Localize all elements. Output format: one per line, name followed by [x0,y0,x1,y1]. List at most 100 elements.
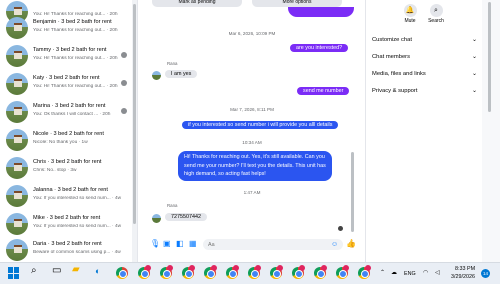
conversation-item[interactable]: Katy · 3 bed 2 bath for rent You: Hi! Th… [0,70,132,100]
messenger-window: You: Hi! Thanks for reaching out... · 20… [0,0,500,284]
thumbs-up-icon[interactable]: 👍 [346,240,356,248]
conversation-name: Nicole · 3 bed 2 bath for rent [33,131,104,137]
notification-count-badge[interactable]: 14 [481,269,490,278]
sender-avatar [152,214,161,223]
conversation-name: Jalanna · 3 bed 2 bath for rent [33,187,108,193]
chat-members-section[interactable]: Chat members ⌄ [366,51,483,65]
chrome-icon[interactable] [116,267,128,279]
conversation-name: Chris · 3 bed 2 bath for rent [33,159,102,165]
conversation-preview: You: If you interested so send num... · … [33,224,122,229]
search-action[interactable]: ⌕ Search [421,4,451,24]
chrome-icon[interactable] [358,265,371,279]
avatar [6,213,28,235]
language-indicator[interactable]: ENG [404,271,416,277]
notification-badge [321,265,327,271]
chrome-icon[interactable] [204,265,217,279]
media-files-links-section[interactable]: Media, files and links ⌄ [366,68,483,82]
message-composer: 🎙 ▣ ◧ ▦ ☺ 👍 [137,234,365,254]
read-receipt-avatar [121,80,127,86]
chat-scroll-thumb[interactable] [351,152,354,232]
conversation-name: Katy · 3 bed 2 bath for rent [33,75,100,81]
wifi-icon[interactable]: ◠ [423,270,428,276]
outgoing-message: are you interested? [290,44,349,52]
section-label: Customize chat [372,37,412,43]
notification-badge [299,265,305,271]
privacy-support-section[interactable]: Privacy & support ⌄ [366,85,483,99]
image-icon[interactable]: ▣ [163,240,171,248]
read-receipt-avatar [121,52,127,58]
edge-icon[interactable]: ◐ [95,267,100,276]
avatar [6,45,28,67]
chrome-icon[interactable] [314,265,327,279]
avatar [6,157,28,179]
avatar [6,239,28,261]
folder-icon[interactable]: ▰ [72,265,80,275]
conversation-list-scroll-thumb[interactable] [133,4,136,224]
details-scroll-thumb[interactable] [488,2,491,112]
file-explorer-icon[interactable]: ▭ [52,266,61,276]
seen-receipt-avatar [338,226,343,231]
timestamp: Mar 7, 2026, 8:11 PM [230,107,274,112]
chrome-icon[interactable] [226,265,239,279]
notification-badge [255,265,261,271]
chevron-down-icon: ⌄ [471,54,477,60]
notification-badge [167,265,173,271]
conversation-item[interactable]: Benjamin · 3 bed 2 bath for rent You: Hi… [0,14,132,44]
mark-as-pending-button[interactable]: Mark as pending [152,0,242,7]
emoji-icon[interactable]: ☺ [331,241,338,249]
chevron-down-icon: ⌄ [471,71,477,77]
details-scrollbar[interactable] [482,0,500,262]
message-line: Hi! Thanks for reaching out. Yes, it's s… [184,154,325,160]
conversation-list: You: Hi! Thanks for reaching out... · 20… [0,0,132,262]
conversation-item[interactable]: Chris · 3 bed 2 bath for rent Chris: No.… [0,154,132,184]
conversation-preview: You: Hi! Thanks for reaching out... · 20… [33,84,118,89]
search-icon[interactable]: ⌕ [31,266,37,276]
chrome-icon[interactable] [138,265,151,279]
clock-date[interactable]: 3/29/2026 [451,274,475,280]
timestamp: 1:47 AM [243,190,261,195]
outgoing-message: if you interested so send number i will … [182,121,339,129]
conversation-preview: Chris: No.. stop · 3w [33,168,77,173]
conversation-item[interactable]: Jalanna · 3 bed 2 bath for rent You: If … [0,182,132,212]
conversation-preview: You: Hi! Thanks for reaching out... · 20… [33,56,118,61]
outgoing-message-partial [288,7,354,17]
conversation-preview: You: Hi! Thanks for reaching out... · 20… [33,28,118,33]
conversation-item[interactable]: Tammy · 3 bed 2 bath for rent You: Hi! T… [0,42,132,72]
conversation-item[interactable]: Nicole · 3 bed 2 bath for rent Nicole: N… [0,126,132,156]
more-options-button[interactable]: More options [252,0,342,7]
incoming-message: 7275507442 [165,213,207,221]
notification-badge [145,265,151,271]
message-line: high demand, so acting fast helps! [184,171,266,178]
section-label: Privacy & support [372,88,418,94]
avatar [6,185,28,207]
avatar [6,101,28,123]
volume-icon[interactable]: ◁ [435,270,440,276]
customize-chat-section[interactable]: Customize chat ⌄ [366,34,483,48]
conversation-name: Mike · 3 bed 2 bath for rent [33,215,101,221]
chrome-icon[interactable] [182,265,195,279]
conversation-item[interactable]: Daria · 3 bed 2 bath for rent Beware of … [0,236,132,262]
outgoing-message: send me number [297,87,350,95]
microphone-icon[interactable]: 🎙 [150,240,160,248]
search-icon: ⌕ [429,4,443,17]
chrome-icon[interactable] [336,265,349,279]
chat-panel: Mark as pending More options Mar 6, 2026… [137,0,365,262]
chevron-up-icon[interactable]: ⌃ [380,270,385,276]
notification-badge [233,265,239,271]
message-input[interactable] [203,239,343,250]
windows-start-icon[interactable] [8,267,20,279]
details-panel: 🔔 Mute ⌕ Search Customize chat ⌄ Chat me… [365,0,482,262]
chrome-icon[interactable] [270,265,283,279]
chrome-icon[interactable] [248,265,261,279]
onedrive-icon[interactable]: ☁ [391,270,397,276]
sticker-icon[interactable]: ◧ [176,240,184,248]
bell-icon: 🔔 [403,4,417,17]
gif-icon[interactable]: ▦ [189,240,197,248]
conversation-item[interactable]: Marina · 3 bed 2 bath for rent You: Ok t… [0,98,132,128]
chrome-icon[interactable] [292,265,305,279]
sender-name: Rana [167,203,178,208]
chrome-icon[interactable] [160,265,173,279]
incoming-message: I am yes [165,70,198,78]
clock-time[interactable]: 8:33 PM [455,266,475,272]
timestamp: 10:34 AM [242,140,262,145]
